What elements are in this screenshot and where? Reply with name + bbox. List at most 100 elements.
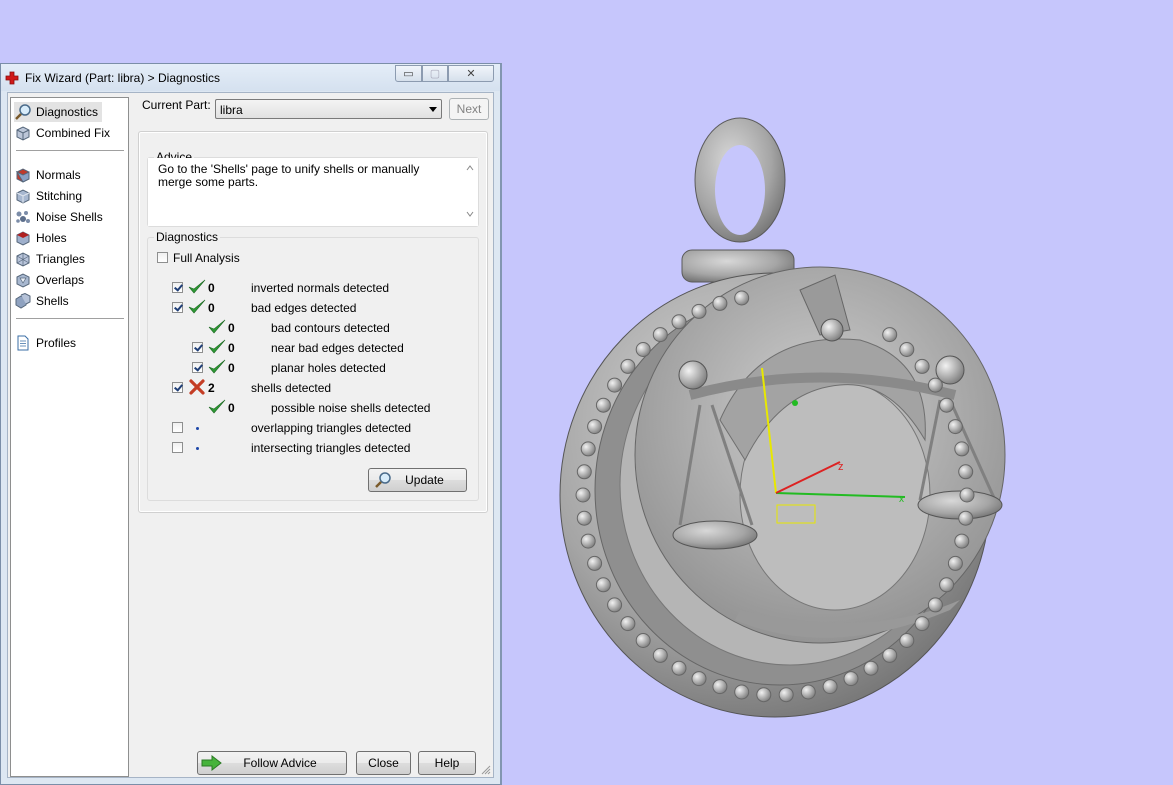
nav-item-profiles[interactable]: Profiles — [14, 333, 80, 353]
follow-advice-label: Follow Advice — [243, 756, 317, 770]
current-part-value: libra — [220, 103, 243, 117]
help-button[interactable]: Help — [418, 751, 476, 775]
bead — [882, 647, 898, 663]
diag-checkbox[interactable] — [172, 422, 183, 433]
full-analysis-label: Full Analysis — [173, 251, 240, 265]
nav-divider — [16, 318, 124, 319]
diag-checkbox[interactable] — [172, 302, 183, 313]
diag-count: 0 — [208, 301, 215, 315]
next-button[interactable]: Next — [449, 98, 489, 120]
nav-item-label: Normals — [36, 168, 81, 182]
advice-group: Advice Go to the 'Shells' page to unify … — [147, 150, 479, 227]
axis-label-x: x — [899, 494, 904, 505]
diag-label: shells detected — [251, 381, 332, 395]
nav-item-combined-fix[interactable]: Combined Fix — [14, 123, 114, 143]
diag-checkbox[interactable] — [192, 342, 203, 353]
diag-checkbox[interactable] — [172, 382, 183, 393]
minimize-icon: ▭ — [403, 68, 414, 80]
bead — [712, 295, 728, 311]
help-button-label: Help — [434, 756, 460, 770]
content-panel: Advice Go to the 'Shells' page to unify … — [138, 131, 488, 513]
bead — [954, 533, 970, 549]
advice-text: Go to the 'Shells' page to unify shells … — [158, 162, 420, 189]
diag-label: near bad edges detected — [271, 341, 404, 355]
bead — [587, 419, 603, 435]
cube-icon — [14, 124, 32, 142]
close-button[interactable]: Close — [356, 751, 411, 775]
wizard-nav: Diagnostics Combined Fix Normals Stitchi — [10, 97, 129, 777]
window-title: Fix Wizard (Part: libra) > Diagnostics — [25, 71, 221, 85]
diag-label: intersecting triangles detected — [251, 441, 411, 455]
bead — [800, 684, 816, 700]
bead — [652, 327, 668, 343]
nav-item-label: Triangles — [36, 252, 85, 266]
bead — [580, 441, 596, 457]
bead — [671, 314, 687, 330]
diag-label: inverted normals detected — [251, 281, 390, 295]
diag-checkbox[interactable] — [172, 442, 183, 453]
nav-item-label: Noise Shells — [36, 210, 103, 224]
close-button-label: Close — [368, 756, 399, 770]
bead — [939, 397, 955, 413]
nav-item-diagnostics[interactable]: Diagnostics — [14, 102, 103, 122]
pending-dot-icon — [196, 427, 199, 430]
nav-item-label: Stitching — [36, 189, 83, 203]
nav-item-overlaps[interactable]: Overlaps — [14, 270, 88, 290]
shells-cube-icon — [14, 292, 32, 310]
green-check-icon — [208, 359, 226, 374]
green-arrow-icon — [201, 755, 222, 771]
nav-item-stitching[interactable]: Stitching — [14, 186, 86, 206]
nav-item-label: Combined Fix — [36, 126, 111, 140]
maximize-button[interactable]: ▢ — [422, 65, 448, 82]
green-check-icon — [208, 339, 226, 354]
advice-scrollbar[interactable] — [464, 160, 476, 222]
maximize-icon: ▢ — [429, 68, 441, 80]
nav-item-triangles[interactable]: Triangles — [14, 249, 89, 269]
diag-count: 0 — [228, 361, 235, 375]
normals-cube-icon — [14, 166, 32, 184]
minimize-button[interactable]: ▭ — [395, 65, 422, 82]
diag-checkbox[interactable] — [172, 282, 183, 293]
bead — [927, 597, 943, 613]
magnifier-icon — [14, 103, 32, 121]
red-cross-icon — [5, 71, 19, 85]
bead — [595, 397, 611, 413]
bead — [691, 303, 707, 319]
green-check-icon — [188, 279, 206, 294]
nav-item-shells[interactable]: Shells — [14, 291, 73, 311]
title-bar[interactable]: Fix Wizard (Part: libra) > Diagnostics ▭… — [1, 64, 500, 91]
nav-item-label: Diagnostics — [36, 105, 99, 119]
update-button[interactable]: Update — [368, 468, 467, 492]
bead — [756, 687, 772, 703]
advice-textbox[interactable]: Go to the 'Shells' page to unify shells … — [148, 158, 478, 226]
axis-label-z: z — [838, 461, 844, 473]
bead — [863, 660, 879, 676]
bead — [954, 441, 970, 457]
diag-checkbox[interactable] — [192, 362, 203, 373]
bead — [958, 510, 974, 526]
close-icon: ✕ — [466, 68, 476, 80]
bead — [635, 633, 651, 648]
bead — [899, 342, 915, 357]
nav-item-noise-shells[interactable]: Noise Shells — [14, 207, 107, 227]
diag-count: 0 — [228, 321, 235, 335]
green-check-icon — [208, 319, 226, 334]
nav-item-label: Overlaps — [36, 273, 85, 287]
bead — [822, 679, 838, 695]
green-check-icon — [188, 299, 206, 314]
nav-item-normals[interactable]: Normals — [14, 165, 85, 185]
resize-grip-icon[interactable] — [481, 765, 491, 775]
next-button-label: Next — [456, 102, 482, 116]
follow-advice-button[interactable]: Follow Advice — [197, 751, 347, 775]
stitching-cube-icon — [14, 187, 32, 205]
bead — [576, 510, 592, 526]
current-part-dropdown[interactable]: libra — [215, 99, 442, 119]
full-analysis-checkbox[interactable] — [157, 252, 168, 263]
dialog-client: Diagnostics Combined Fix Normals Stitchi — [7, 92, 494, 778]
close-window-button[interactable]: ✕ — [448, 65, 494, 82]
nav-item-holes[interactable]: Holes — [14, 228, 71, 248]
bead — [947, 419, 963, 435]
diag-count: 2 — [208, 381, 215, 395]
diagnostics-group: Diagnostics Full Analysis 0 inverted norm… — [147, 230, 479, 501]
bead — [914, 616, 930, 632]
